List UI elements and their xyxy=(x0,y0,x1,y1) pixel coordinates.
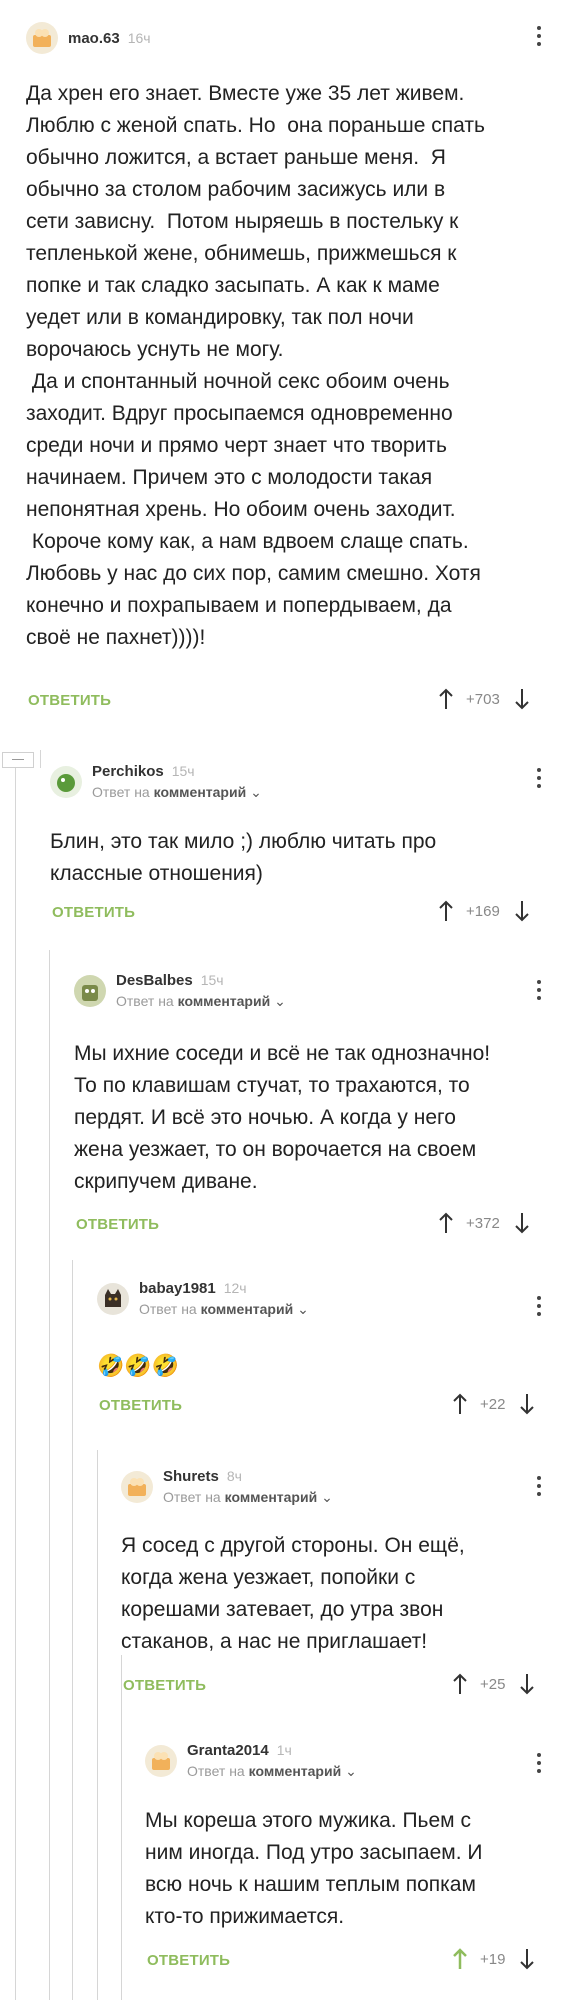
vote-count: +169 xyxy=(466,902,500,920)
vote-count: +25 xyxy=(480,1675,506,1693)
reply-button[interactable]: ОТВЕТИТЬ xyxy=(123,1677,206,1694)
upvote-icon[interactable] xyxy=(438,688,454,710)
avatar[interactable] xyxy=(145,1745,177,1777)
avatar[interactable] xyxy=(50,766,82,798)
comment-text: 🤣🤣🤣 xyxy=(97,1353,180,1378)
author-name[interactable]: Perchikos xyxy=(92,763,164,780)
thread-line xyxy=(121,1655,122,2000)
downvote-icon[interactable] xyxy=(514,900,530,922)
user-avatar-icon xyxy=(57,774,75,792)
avatar[interactable] xyxy=(97,1283,129,1315)
reply-to-link[interactable]: Ответ на комментарий ⌄ xyxy=(116,993,286,1010)
default-avatar-icon xyxy=(152,1752,170,1770)
author-name[interactable]: Shurets xyxy=(163,1468,219,1485)
author-name[interactable]: DesBalbes xyxy=(116,972,193,989)
author-name[interactable]: babay1981 xyxy=(139,1280,216,1297)
vote-count: +372 xyxy=(466,1214,500,1232)
chevron-down-icon: ⌄ xyxy=(321,1489,333,1505)
comment-time: 16ч xyxy=(127,30,151,46)
comment-text: Мы кореша этого мужика. Пьем с ним иногд… xyxy=(145,1809,483,1928)
thread-line xyxy=(15,752,16,2000)
downvote-icon[interactable] xyxy=(519,1948,535,1970)
comment-text: Блин, это так мило ;) люблю читать про к… xyxy=(50,830,437,885)
default-avatar-icon xyxy=(128,1478,146,1496)
thread-line xyxy=(97,1450,98,2000)
reply-to-link[interactable]: Ответ на комментарий ⌄ xyxy=(139,1301,309,1318)
more-options-icon[interactable] xyxy=(536,768,542,788)
vote-count: +19 xyxy=(480,1950,506,1968)
reply-to-link[interactable]: Ответ на комментарий ⌄ xyxy=(92,784,262,801)
comment-text: Я сосед с другой стороны. Он ещё, когда … xyxy=(121,1534,465,1653)
chevron-down-icon: ⌄ xyxy=(250,784,262,800)
chevron-down-icon: ⌄ xyxy=(345,1763,357,1779)
more-options-icon[interactable] xyxy=(536,1296,542,1316)
more-options-icon[interactable] xyxy=(536,26,542,46)
author-name[interactable]: mao.63 xyxy=(68,30,120,47)
reply-button[interactable]: ОТВЕТИТЬ xyxy=(99,1397,182,1414)
chevron-down-icon: ⌄ xyxy=(297,1301,309,1317)
comment-time: 15ч xyxy=(200,972,224,988)
chevron-down-icon: ⌄ xyxy=(274,993,286,1009)
avatar[interactable] xyxy=(26,22,58,54)
vote-count: +22 xyxy=(480,1395,506,1413)
author-name[interactable]: Granta2014 xyxy=(187,1742,269,1759)
reply-button[interactable]: ОТВЕТИТЬ xyxy=(147,1952,230,1969)
comment-time: 1ч xyxy=(276,1742,292,1758)
default-avatar-icon xyxy=(33,29,51,47)
reply-to-link[interactable]: Ответ на комментарий ⌄ xyxy=(163,1489,333,1506)
comment-time: 15ч xyxy=(171,763,195,779)
comment-time: 12ч xyxy=(223,1280,247,1296)
vote-count: +703 xyxy=(466,690,500,708)
comment-text: Да хрен его знает. Вместе уже 35 лет жив… xyxy=(26,82,485,649)
reply-button[interactable]: ОТВЕТИТЬ xyxy=(52,904,135,921)
comment-time: 8ч xyxy=(226,1468,242,1484)
upvote-icon[interactable] xyxy=(438,900,454,922)
comment-text: Мы ихние соседи и всё не так однозначно!… xyxy=(74,1042,491,1193)
more-options-icon[interactable] xyxy=(536,980,542,1000)
more-options-icon[interactable] xyxy=(536,1753,542,1773)
upvote-icon[interactable] xyxy=(452,1948,468,1970)
upvote-icon[interactable] xyxy=(452,1393,468,1415)
user-avatar-icon xyxy=(82,985,98,1001)
thread-line xyxy=(72,1260,73,2000)
downvote-icon[interactable] xyxy=(514,688,530,710)
avatar[interactable] xyxy=(121,1471,153,1503)
upvote-icon[interactable] xyxy=(438,1212,454,1234)
upvote-icon[interactable] xyxy=(452,1673,468,1695)
collapse-thread-button[interactable] xyxy=(2,752,34,768)
avatar[interactable] xyxy=(74,975,106,1007)
reply-to-link[interactable]: Ответ на комментарий ⌄ xyxy=(187,1763,357,1780)
downvote-icon[interactable] xyxy=(519,1673,535,1695)
reply-button[interactable]: ОТВЕТИТЬ xyxy=(76,1216,159,1233)
reply-button[interactable]: ОТВЕТИТЬ xyxy=(28,692,111,709)
thread-line xyxy=(40,750,41,768)
downvote-icon[interactable] xyxy=(519,1393,535,1415)
thread-line xyxy=(49,950,50,2000)
downvote-icon[interactable] xyxy=(514,1212,530,1234)
more-options-icon[interactable] xyxy=(536,1476,542,1496)
cat-avatar-icon xyxy=(105,1289,121,1307)
